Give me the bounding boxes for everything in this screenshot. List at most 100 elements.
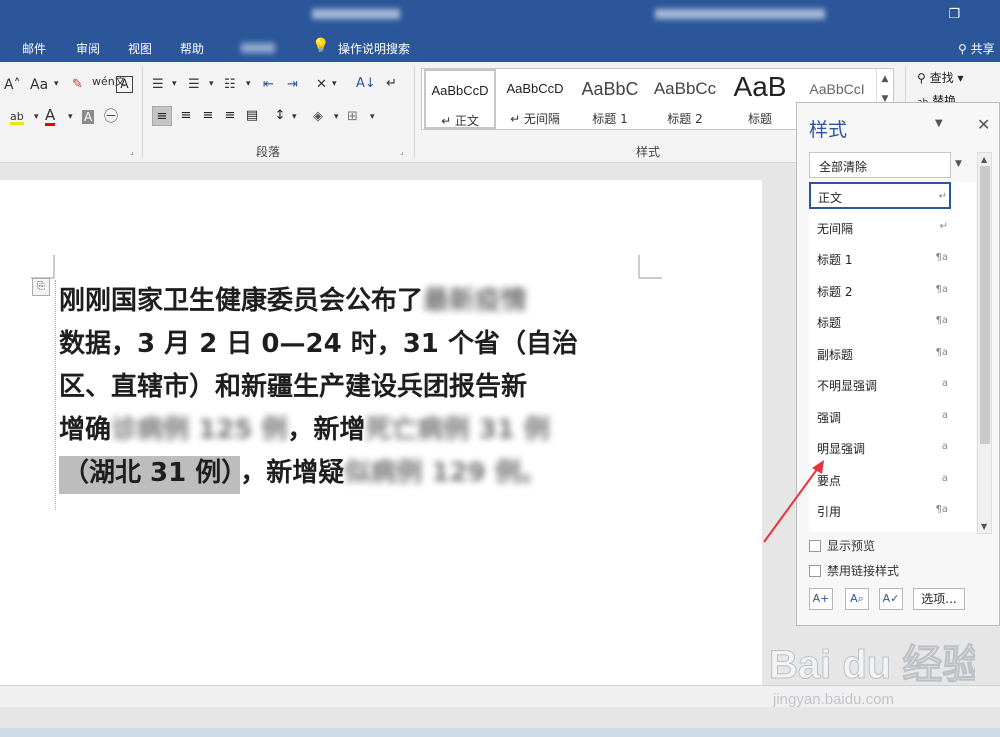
line-spacing-button[interactable]: ↕ bbox=[270, 106, 290, 126]
text-line: 增确诊病例 125 例，新增死亡病例 31 例 bbox=[59, 409, 644, 452]
text-line: 刚刚国家卫生健康委员会公布了最新疫情 bbox=[59, 280, 644, 323]
new-style-button[interactable]: A+ bbox=[809, 588, 833, 610]
style-inspector-button[interactable]: A⌕ bbox=[845, 588, 869, 610]
style-item-intense-emphasis[interactable]: 明显强调 a bbox=[809, 434, 976, 461]
ribbon-divider bbox=[414, 66, 415, 158]
gallery-sample: AaBbCcI bbox=[809, 81, 865, 97]
paragraph-dialog-launcher[interactable]: ⌟ bbox=[400, 147, 404, 156]
increase-indent-icon[interactable]: ⇥ bbox=[287, 78, 298, 91]
style-item-label: 不明显强调 bbox=[817, 379, 878, 393]
change-case-button[interactable]: Aa bbox=[30, 77, 48, 93]
tab-review[interactable]: 审阅 bbox=[76, 40, 100, 57]
document-body-text[interactable]: 刚刚国家卫生健康委员会公布了最新疫情 数据，3 月 2 日 0—24 时，31 … bbox=[59, 280, 644, 495]
style-item-title[interactable]: 标题 ¶a bbox=[809, 308, 976, 335]
style-item-emphasis[interactable]: 强调 a bbox=[809, 403, 976, 430]
taskbar bbox=[0, 728, 1000, 737]
restore-window-button[interactable]: ❐ bbox=[948, 7, 960, 22]
gallery-style-normal[interactable]: AaBbCcD ↵ 正文 bbox=[424, 69, 496, 129]
align-left-button[interactable]: ≡ bbox=[152, 106, 172, 126]
font-color-button[interactable]: A bbox=[45, 108, 56, 126]
style-type-icon: a bbox=[941, 378, 948, 389]
watermark-brand: Bai du 经验 bbox=[769, 643, 975, 687]
chevron-down-icon: ▾ bbox=[370, 112, 375, 122]
style-item-quote[interactable]: 引用 ¶a bbox=[809, 497, 976, 524]
chevron-down-icon[interactable]: ▼ bbox=[981, 522, 987, 531]
paste-options-icon[interactable]: ⎘ bbox=[32, 278, 50, 296]
chevron-down-icon[interactable]: ▼ bbox=[955, 159, 962, 169]
blurred-text: 诊病例 125 例 bbox=[111, 415, 288, 445]
gallery-style-title[interactable]: AaB 标题 bbox=[724, 69, 796, 129]
tell-me-search[interactable]: 操作说明搜索 bbox=[338, 40, 410, 57]
align-right-button[interactable]: ≡ bbox=[198, 106, 218, 126]
chevron-down-icon: ▾ bbox=[34, 112, 39, 122]
chevron-up-icon[interactable]: ▲ bbox=[877, 69, 893, 89]
style-item-subtle-emphasis[interactable]: 不明显强调 a bbox=[809, 371, 976, 398]
text-run: 增确 bbox=[59, 415, 112, 445]
numbering-icon[interactable]: ☰ bbox=[188, 78, 200, 91]
tab-help[interactable]: 帮助 bbox=[180, 40, 204, 57]
character-border-button[interactable]: A bbox=[116, 76, 133, 93]
gallery-style-no-spacing[interactable]: AaBbCcD ↵ 无间隔 bbox=[499, 69, 571, 129]
show-marks-icon[interactable]: ↵ bbox=[386, 77, 397, 90]
style-item-heading-2[interactable]: 标题 2 ¶a bbox=[809, 277, 976, 304]
grow-font-button[interactable]: A˄ bbox=[4, 77, 21, 93]
style-item-normal[interactable]: 正文 ↵ bbox=[809, 182, 951, 209]
character-shading-button[interactable]: A bbox=[82, 110, 95, 124]
lightbulb-icon[interactable]: 💡 bbox=[312, 38, 329, 54]
tab-mailings[interactable]: 邮件 bbox=[22, 40, 46, 57]
style-item-label: 标题 2 bbox=[817, 285, 853, 299]
style-item-no-spacing[interactable]: 无间隔 ↵ bbox=[809, 214, 976, 241]
style-type-icon: a bbox=[941, 473, 948, 484]
options-button[interactable]: 选项... bbox=[913, 588, 965, 610]
sort-icon[interactable]: A↓ bbox=[356, 77, 376, 90]
style-item-subtitle[interactable]: 副标题 ¶a bbox=[809, 340, 976, 367]
enclose-characters-button[interactable]: ㊀ bbox=[104, 110, 118, 124]
gallery-style-heading-2[interactable]: AaBbCc 标题 2 bbox=[649, 69, 721, 129]
chevron-up-icon[interactable]: ▲ bbox=[981, 155, 987, 164]
bullets-icon[interactable]: ☰ bbox=[152, 78, 164, 91]
close-icon[interactable]: ✕ bbox=[977, 115, 990, 134]
style-type-icon: ↵ bbox=[938, 191, 947, 202]
align-center-button[interactable]: ≡ bbox=[176, 106, 196, 126]
chevron-down-icon: ▾ bbox=[172, 79, 177, 89]
checkbox[interactable] bbox=[809, 565, 821, 577]
style-item-label: 无间隔 bbox=[817, 222, 854, 236]
style-item-label: 强调 bbox=[817, 411, 842, 425]
style-list-scrollbar[interactable]: ▲ ▼ bbox=[977, 152, 992, 534]
pane-options-icon[interactable]: ▼ bbox=[935, 118, 943, 129]
find-label: 查找 bbox=[929, 71, 954, 85]
share-button[interactable]: ⚲ 共享 bbox=[958, 40, 995, 57]
style-item-label: 标题 bbox=[817, 316, 842, 330]
blurred-text: 似病例 129 例。 bbox=[344, 458, 547, 488]
person-icon: ⚲ bbox=[958, 42, 967, 56]
style-type-icon: ¶a bbox=[935, 315, 949, 326]
style-type-icon: a bbox=[941, 441, 948, 452]
clear-format-icon[interactable]: ✎ bbox=[72, 78, 83, 91]
borders-icon[interactable]: ⊞ bbox=[347, 110, 358, 123]
style-type-icon: ¶a bbox=[935, 252, 949, 263]
ribbon-divider bbox=[142, 66, 143, 158]
find-button[interactable]: ⚲ 查找 ▾ bbox=[917, 69, 963, 86]
justify-button[interactable]: ≡ bbox=[220, 106, 240, 126]
style-item-heading-1[interactable]: 标题 1 ¶a bbox=[809, 245, 976, 272]
margin-corner-mark bbox=[31, 255, 55, 279]
font-dialog-launcher[interactable]: ⌟ bbox=[130, 147, 134, 156]
tab-view[interactable]: 视图 bbox=[128, 40, 152, 57]
multilevel-list-icon[interactable]: ☷ bbox=[224, 78, 236, 91]
disable-linked-styles-checkbox[interactable]: 禁用链接样式 bbox=[809, 562, 899, 579]
scrollbar-thumb[interactable] bbox=[980, 166, 990, 444]
checkbox-label: 显示预览 bbox=[827, 539, 876, 553]
shading-icon[interactable]: ◈ bbox=[313, 110, 323, 123]
gallery-style-heading-1[interactable]: AaBbC 标题 1 bbox=[574, 69, 646, 129]
distributed-button[interactable]: ▤ bbox=[242, 106, 262, 126]
decrease-indent-icon[interactable]: ⇤ bbox=[263, 78, 274, 91]
manage-styles-button[interactable]: A✓ bbox=[879, 588, 903, 610]
highlight-button[interactable]: ab bbox=[10, 111, 24, 125]
tab-obscured bbox=[241, 43, 275, 53]
chinese-layout-icon[interactable]: ✕ bbox=[316, 78, 327, 91]
selected-text: （湖北 31 例） bbox=[59, 456, 241, 494]
clear-all-style[interactable]: 全部清除 bbox=[809, 152, 951, 178]
style-item-strong[interactable]: 要点 a bbox=[809, 466, 976, 493]
gallery-sample: AaBbCc bbox=[653, 79, 717, 98]
styles-pane-title: 样式 bbox=[809, 119, 848, 141]
